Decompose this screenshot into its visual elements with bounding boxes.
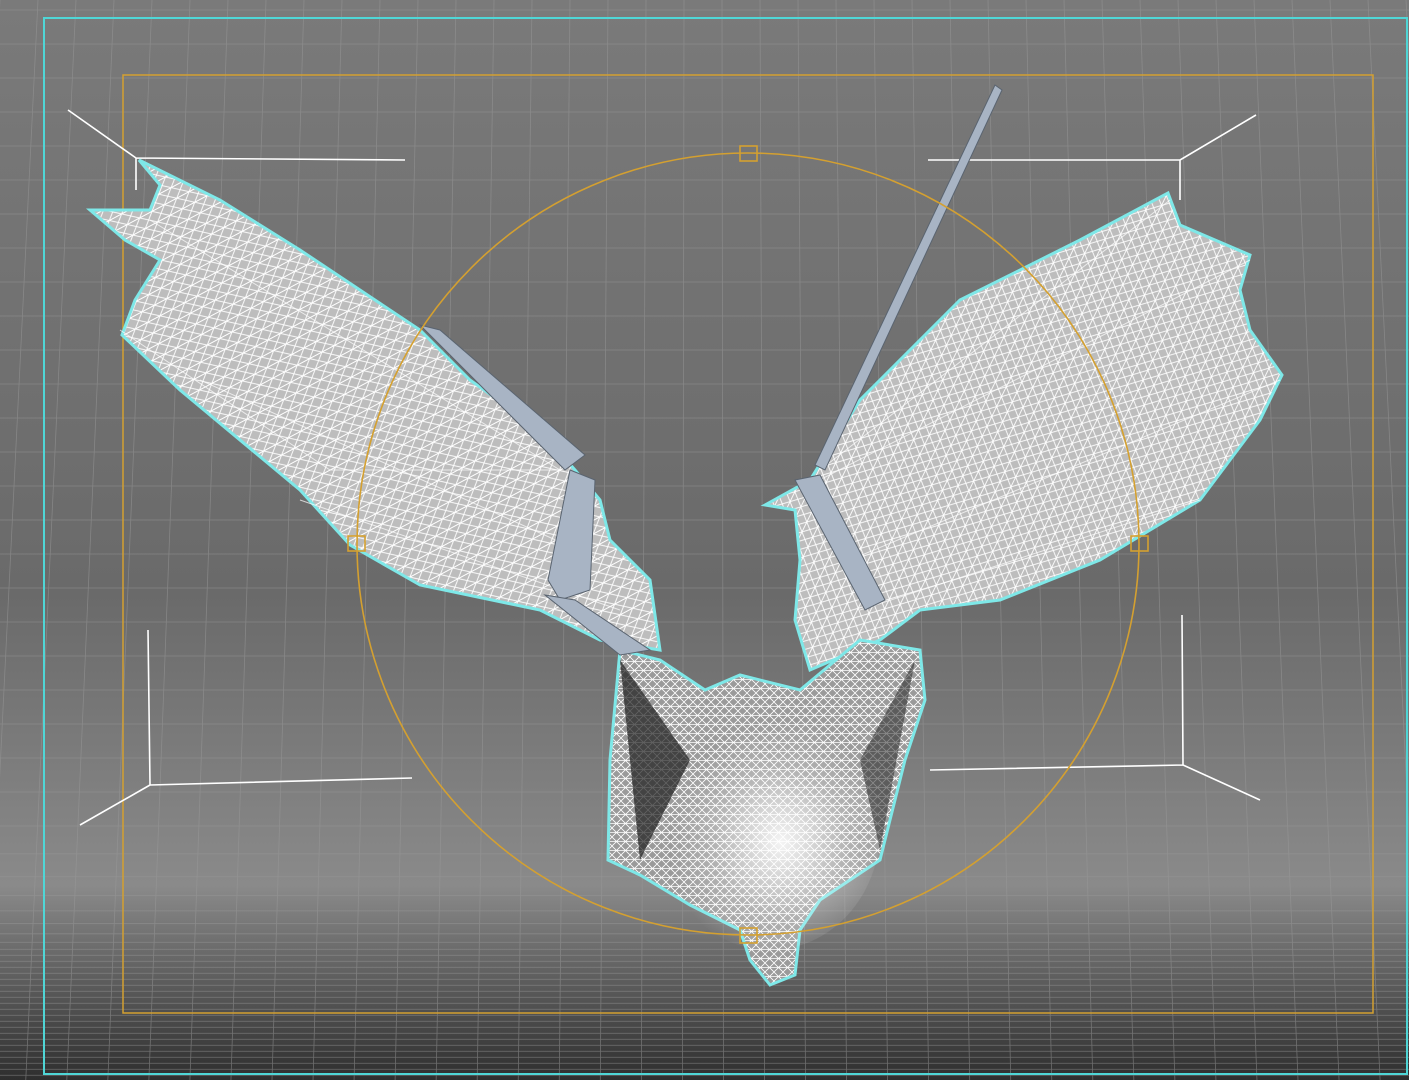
3d-viewport[interactable] xyxy=(0,0,1409,1080)
